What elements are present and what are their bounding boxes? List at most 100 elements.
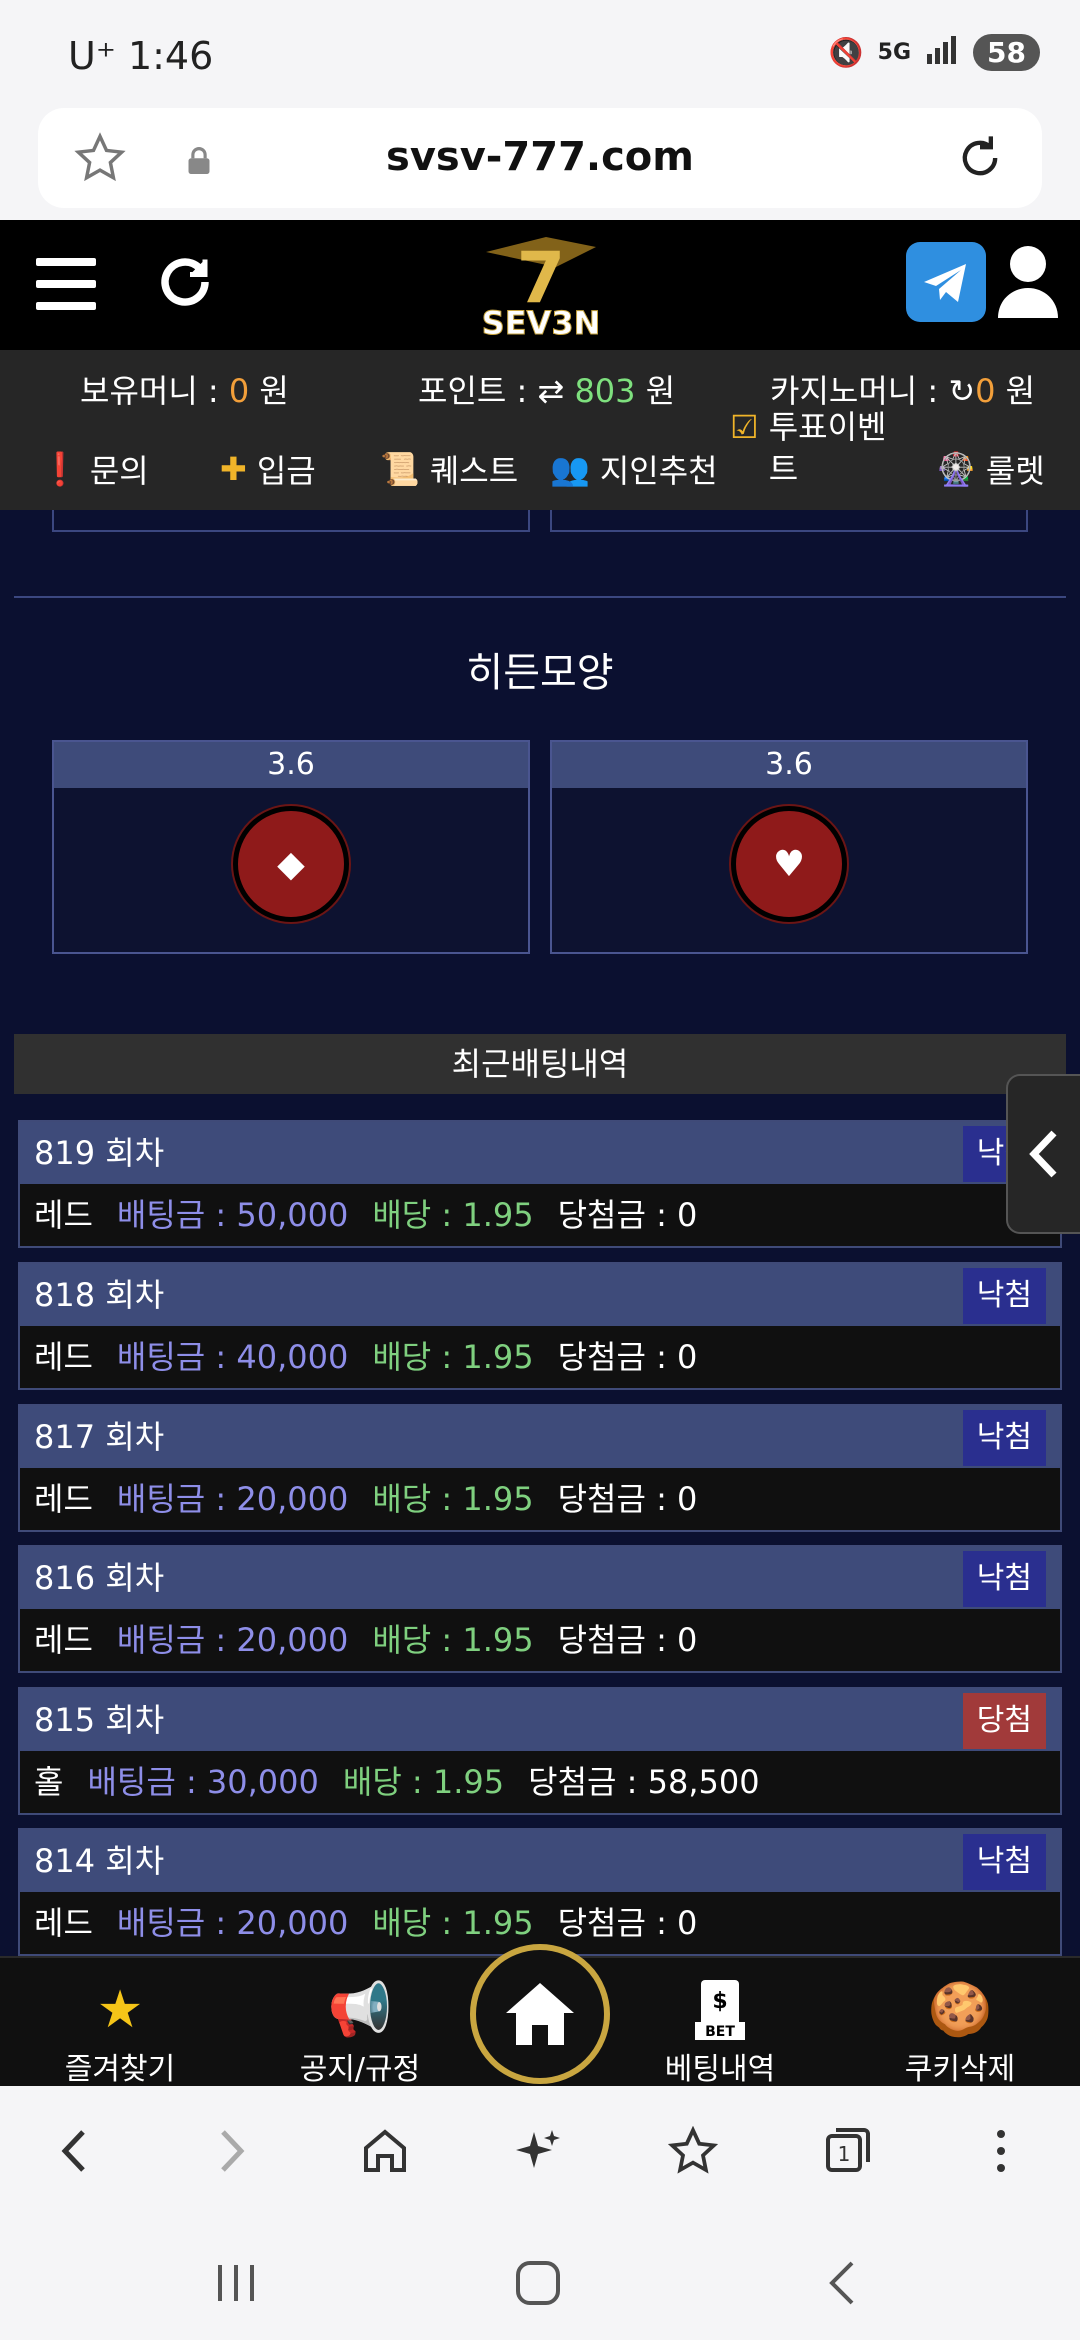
point-money: 포인트 : ⇄ 803 원 [418,372,676,410]
bet-rate: 배당 : 1.95 [372,1196,534,1234]
bet-amount: 배팅금 : 30,000 [87,1763,319,1801]
nav-clear-cookies[interactable]: 🍪 쿠키삭제 [860,1958,1060,2088]
roulette-icon: 🎡 [936,450,976,488]
bet-pick: 레드 [34,1904,93,1942]
menu-inquiry[interactable]: ❗ 문의 [40,446,149,492]
heart-icon[interactable]: ♥ [731,806,847,922]
menu-roulette[interactable]: 🎡 룰렛 [936,446,1045,492]
bet-pick: 홀 [34,1763,64,1801]
recent-bet-history-title: 최근배팅내역 [14,1034,1066,1094]
cookie-icon: 🍪 [927,1980,993,2040]
prev-box-left [52,510,530,532]
site-refresh-icon[interactable] [155,252,215,312]
logo-text: SEV3N [482,304,601,342]
diamond-icon[interactable]: ◆ [233,806,349,922]
checkbox-icon: ☑ [730,408,759,446]
bet-history-row: 818 회차 낙첨 레드 배팅금 : 40,000 배당 : 1.95 당첨금 : 0 [18,1262,1062,1390]
recent-apps-icon[interactable] [206,2258,266,2308]
bet-amount: 배팅금 : 20,000 [116,1904,349,1942]
system-home-icon[interactable] [508,2258,568,2308]
menu-referral[interactable]: 👥 지인추천 [550,446,718,492]
system-nav-bar [0,2216,1080,2340]
warning-icon: ❗ [40,450,80,488]
chevron-left-icon [1029,1130,1057,1178]
round-header: 816 회차 낙첨 [20,1547,1060,1609]
shape-option-heart[interactable]: 3.6 ♥ [550,740,1028,954]
bet-details: 레드 배팅금 : 20,000 배당 : 1.95 당첨금 : 0 [20,1609,1060,1671]
account-info-bar: 보유머니 : 0 원 포인트 : ⇄ 803 원 카지노머니 : ↻0 원 ❗ 문… [0,350,1080,510]
star-icon: ★ [96,1980,144,2040]
round-header: 814 회차 낙첨 [20,1830,1060,1892]
bet-amount: 배팅금 : 20,000 [116,1621,349,1659]
round-header: 818 회차 낙첨 [20,1264,1060,1326]
system-back-icon[interactable] [812,2258,872,2308]
win-amount: 당첨금 : 0 [557,1480,698,1518]
round-number: 814 회차 [34,1842,165,1880]
carrier-time: U⁺ 1:46 [68,34,214,78]
bet-pick: 레드 [34,1621,93,1659]
forward-icon[interactable] [196,2116,266,2186]
round-header: 817 회차 낙첨 [20,1406,1060,1468]
round-header: 819 회차 낙첨 [20,1122,1060,1184]
telegram-button[interactable] [906,242,986,322]
nav-bet-history[interactable]: $ BET 베팅내역 [620,1958,820,2088]
browser-toolbar: 1 [0,2086,1080,2216]
result-badge: 당첨 [962,1693,1046,1749]
nav-favorites[interactable]: ★ 즐겨찾기 [20,1958,220,2088]
menu-quest[interactable]: 📜 퀘스트 [380,446,518,492]
round-number: 817 회차 [34,1418,165,1456]
network-label: 5G [877,40,912,65]
bet-slip-icon: $ BET [620,1958,820,2040]
shape-option-diamond[interactable]: 3.6 ◆ [52,740,530,954]
tabs-icon[interactable]: 1 [812,2116,882,2186]
bet-rate: 배당 : 1.95 [342,1763,505,1801]
bet-rate: 배당 : 1.95 [372,1621,534,1659]
bet-history-row: 815 회차 당첨 홀 배팅금 : 30,000 배당 : 1.95 당첨금 : 58,5… [18,1687,1062,1815]
url-bar[interactable]: svsv-777.com [38,108,1042,208]
round-number: 816 회차 [34,1559,165,1597]
hidden-shape-title: 히든모양 [466,650,614,696]
casino-refresh-icon[interactable]: ↻ [948,372,975,410]
win-amount: 당첨금 : 0 [557,1904,698,1942]
sparkle-icon[interactable] [504,2116,574,2186]
svg-text:$: $ [712,1989,727,2014]
exchange-icon[interactable]: ⇄ [537,372,574,410]
win-amount: 당첨금 : 0 [557,1196,698,1234]
menu-hamburger-icon[interactable] [36,258,96,310]
battery-indicator: 58 [973,34,1040,71]
home-button[interactable] [470,1944,610,2084]
bet-history-row: 819 회차 낙첨 레드 배팅금 : 50,000 배당 : 1.95 당첨금 : 0 [18,1120,1062,1248]
plus-icon: ✚ [220,450,247,488]
status-bar: U⁺ 1:46 🔇 5G 58 [0,0,1080,100]
scroll-icon: 📜 [380,450,420,488]
result-badge: 낙첨 [962,1551,1046,1607]
more-options-icon[interactable] [966,2116,1036,2186]
odds-label: 3.6 [552,742,1026,788]
status-icons: 🔇 5G 58 [829,34,1040,71]
bet-pick: 레드 [34,1196,93,1234]
svg-text:1: 1 [838,2142,851,2166]
side-panel-toggle[interactable] [1006,1074,1080,1234]
prev-box-right [550,510,1028,532]
people-icon: 👥 [550,450,590,488]
svg-text:BET: BET [705,2024,735,2040]
telegram-icon [924,264,966,302]
win-amount: 당첨금 : 58,500 [528,1763,760,1801]
browser-home-icon[interactable] [350,2116,420,2186]
mute-icon: 🔇 [828,36,864,69]
user-icon[interactable] [996,244,1060,320]
bet-history-row: 816 회차 낙첨 레드 배팅금 : 20,000 배당 : 1.95 당첨금 : 0 [18,1545,1062,1673]
menu-deposit[interactable]: ✚ 입금 [220,446,316,492]
site-logo[interactable]: 7 SEV3N [466,232,616,343]
result-badge: 낙첨 [962,1834,1046,1890]
url-text[interactable]: svsv-777.com [38,134,1042,180]
bet-details: 레드 배팅금 : 20,000 배당 : 1.95 당첨금 : 0 [20,1468,1060,1530]
menu-vote-event[interactable]: ☑ 투표이벤트 [730,406,900,490]
reload-icon[interactable] [954,132,1006,184]
nav-notice[interactable]: 📢 공지/규정 [260,1958,460,2088]
bookmarks-icon[interactable] [658,2116,728,2186]
win-amount: 당첨금 : 0 [557,1338,698,1376]
back-icon[interactable] [40,2116,110,2186]
section-divider [14,596,1066,598]
result-badge: 낙첨 [962,1268,1046,1324]
